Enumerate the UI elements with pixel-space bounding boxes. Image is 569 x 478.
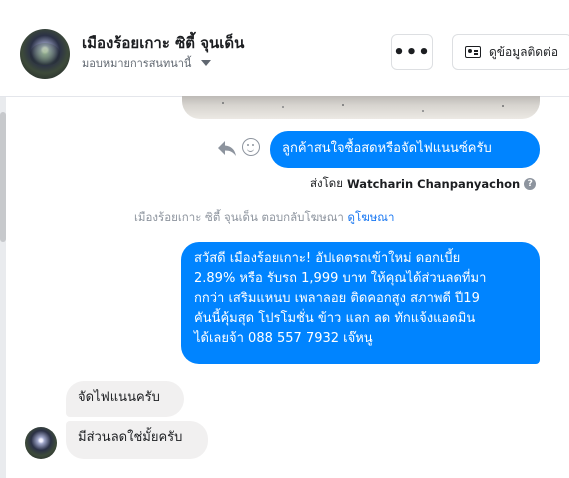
sent-by-line: ส่งโดย Watcharin Chanpanyachon ? [310,175,537,193]
more-options-button[interactable]: ••• [391,34,433,70]
emoji-icon[interactable] [242,138,260,156]
customer-avatar[interactable] [25,427,57,459]
reply-icon[interactable] [216,138,238,158]
scrollbar[interactable] [0,112,6,242]
replied-to-ad-notice: เมืองร้อยเกาะ ซิตี้ จุนเด็น ตอบกลับโฆษณา… [134,209,394,227]
message-line: คันนี้คุ้มสุด โปรโมชั่น ข้าว แลก ลด ทักแ… [194,311,476,326]
message-line: ได้เลยจ้า 088 557 7932 เจ๊หนู [194,331,373,346]
outgoing-ad-message[interactable]: สวัสดี เมืองร้อยเกาะ! อัปเดตรถเข้าใหม่ ด… [181,242,540,364]
page-title: เมืองร้อยเกาะ ซิตี้ จุนเด็น [82,34,245,52]
caret-down-icon [201,60,212,66]
page-avatar[interactable] [20,29,70,79]
replied-ad-text: เมืองร้อยเกาะ ซิตี้ จุนเด็น ตอบกลับโฆษณา [134,210,344,224]
view-contact-info-button[interactable]: ดูข้อมูลติดต่อ [452,34,569,70]
incoming-message[interactable]: จัดไฟแนนครับ [66,381,184,417]
conversation-header: เมืองร้อยเกาะ ซิตี้ จุนเด็น มอบหมายการสน… [0,0,569,97]
view-contact-info-label: ดูข้อมูลติดต่อ [489,44,559,59]
question-icon[interactable]: ? [524,178,537,190]
outgoing-message[interactable]: ลูกค้าสนใจซื้อสดหรือจัดไฟแนนซ์ครับ [270,131,540,168]
message-line: กกว่า เสริมแหนบ เพลาลอย ติดคอกสูง สภาพดี… [194,291,480,306]
message-line: 2.89% หรือ รับรถ 1,999 บาท ให้คุณได้ส่วน… [194,271,487,286]
message-line: สวัสดี เมืองร้อยเกาะ! อัปเดตรถเข้าใหม่ ด… [194,251,461,266]
shared-photo[interactable] [182,96,540,119]
assign-conversation-dropdown[interactable]: มอบหมายการสนทนานี้ [82,54,212,72]
incoming-message[interactable]: มีส่วนลดใช่มั้ยครับ [66,421,208,459]
assign-conversation-label: มอบหมายการสนทนานี้ [82,57,192,70]
sender-name: Watcharin Chanpanyachon [347,177,521,191]
id-card-icon [465,46,481,58]
view-ad-link[interactable]: ดูโฆษณา [348,210,395,224]
sent-by-prefix: ส่งโดย [310,176,344,190]
